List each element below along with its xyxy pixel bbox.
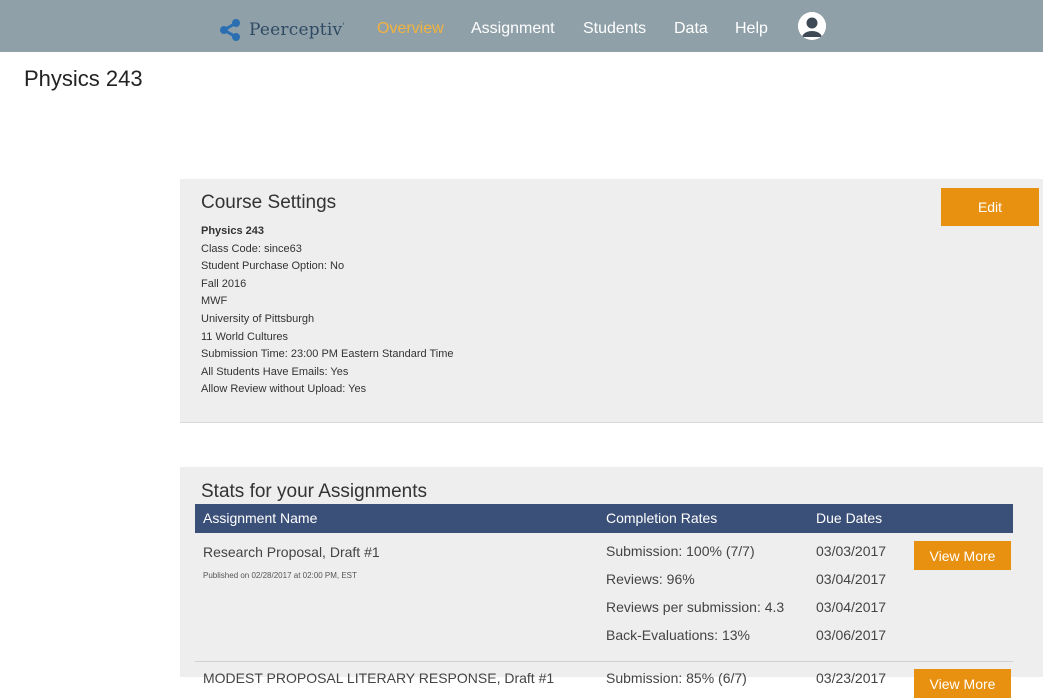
nav-item-help[interactable]: Help (735, 20, 768, 38)
completion-rate: Reviews: 96% (606, 571, 695, 587)
top-nav-bar: Peerceptiv' Overview Assignment Students… (0, 0, 1043, 52)
column-header-assignment-name: Assignment Name (203, 510, 318, 526)
peerceptiv-logo-icon (220, 19, 240, 41)
user-avatar[interactable] (798, 12, 826, 40)
nav-item-overview[interactable]: Overview (377, 20, 444, 38)
setting-submission-time: Submission Time: 23:00 PM Eastern Standa… (201, 348, 454, 361)
setting-review-without-upload: Allow Review without Upload: Yes (201, 383, 367, 396)
view-more-button[interactable]: View More (914, 669, 1011, 698)
column-header-completion-rates: Completion Rates (606, 510, 718, 526)
setting-term: Fall 2016 (201, 277, 247, 290)
setting-location: 11 World Cultures (201, 330, 289, 343)
setting-class-code: Class Code: since63 (201, 242, 302, 255)
column-header-due-dates: Due Dates (816, 510, 883, 526)
assignment-stats-title: Stats for your Assignments (201, 481, 427, 502)
setting-student-emails: All Students Have Emails: Yes (201, 365, 349, 378)
course-settings-title: Course Settings (201, 192, 337, 213)
brand-logo[interactable]: Peerceptiv' (217, 16, 345, 44)
row-divider (195, 661, 1013, 662)
brand-name: Peerceptiv' (249, 20, 345, 40)
course-settings-details: Physics 243 Class Code: since63 Student … (201, 223, 454, 399)
nav-item-assignment[interactable]: Assignment (471, 20, 555, 38)
stats-table-header: Assignment Name Completion Rates Due Dat… (195, 504, 1013, 533)
setting-purchase-option: Student Purchase Option: No (201, 260, 345, 273)
setting-institution: University of Pittsburgh (201, 312, 315, 325)
assignment-published-date: Published on 02/28/2017 at 02:00 PM, EST (203, 571, 357, 580)
view-more-button[interactable]: View More (914, 541, 1011, 570)
course-settings-card: Course Settings Physics 243 Class Code: … (180, 179, 1043, 423)
setting-course-name: Physics 243 (201, 225, 264, 237)
assignment-stats-card: Stats for your Assignments Assignment Na… (180, 467, 1043, 698)
completion-rate: Back-Evaluations: 13% (606, 627, 750, 643)
edit-course-button[interactable]: Edit (941, 188, 1039, 226)
nav-item-students[interactable]: Students (583, 20, 646, 38)
due-date: 03/06/2017 (816, 627, 887, 643)
page-title: Physics 243 (24, 66, 143, 91)
due-date: 03/03/2017 (816, 543, 887, 559)
nav-item-data[interactable]: Data (674, 20, 708, 38)
setting-days: MWF (201, 295, 228, 308)
due-date: 03/23/2017 (816, 670, 887, 686)
user-icon (798, 12, 826, 40)
due-date: 03/04/2017 (816, 571, 887, 587)
completion-rate: Submission: 100% (7/7) (606, 543, 755, 559)
completion-rate: Submission: 85% (6/7) (606, 670, 747, 686)
due-date: 03/04/2017 (816, 599, 887, 615)
assignment-name[interactable]: MODEST PROPOSAL LITERARY RESPONSE, Draft… (203, 670, 554, 686)
assignment-name[interactable]: Research Proposal, Draft #1 (203, 544, 380, 560)
completion-rate: Reviews per submission: 4.3 (606, 599, 785, 615)
